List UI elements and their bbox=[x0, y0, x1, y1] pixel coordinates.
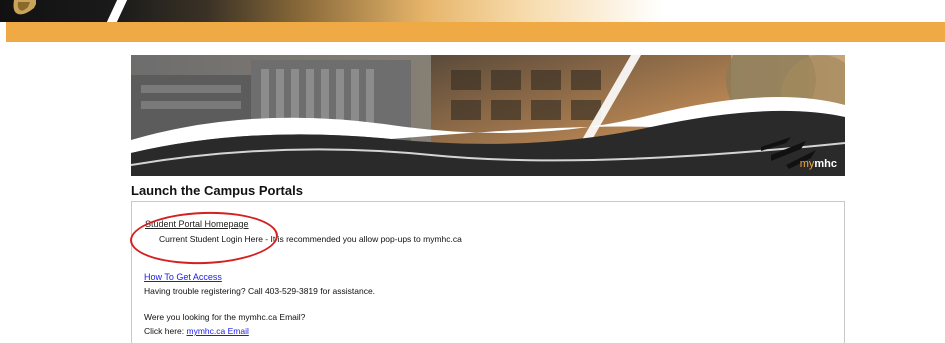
access-help-text: Having trouble registering? Call 403-529… bbox=[144, 286, 376, 296]
brand-prefix: my bbox=[799, 158, 815, 170]
top-header-strip bbox=[0, 0, 945, 22]
email-prompt-line: Click here: mymhc.ca Email bbox=[144, 326, 249, 336]
portal-panel: Student Portal Homepage Current Student … bbox=[131, 201, 845, 343]
student-portal-link[interactable]: Student Portal Homepage bbox=[145, 219, 249, 229]
brand-suffix: mhc bbox=[814, 158, 837, 170]
page-title: Launch the Campus Portals bbox=[131, 183, 303, 198]
campus-buildings-graphic bbox=[131, 55, 845, 176]
orange-accent-bar bbox=[6, 22, 945, 42]
brand-wordmark: my mhc bbox=[800, 158, 837, 170]
shield-icon bbox=[13, 0, 36, 15]
campus-banner-image: my mhc bbox=[131, 55, 845, 176]
header-slash-divider bbox=[106, 0, 128, 22]
mymhc-email-link[interactable]: mymhc.ca Email bbox=[187, 326, 249, 336]
how-to-get-access-link[interactable]: How To Get Access bbox=[144, 272, 222, 282]
email-question-text: Were you looking for the mymhc.ca Email? bbox=[144, 312, 306, 322]
student-portal-description: Current Student Login Here - It is recom… bbox=[159, 234, 462, 244]
email-prompt-label: Click here: bbox=[144, 326, 187, 336]
